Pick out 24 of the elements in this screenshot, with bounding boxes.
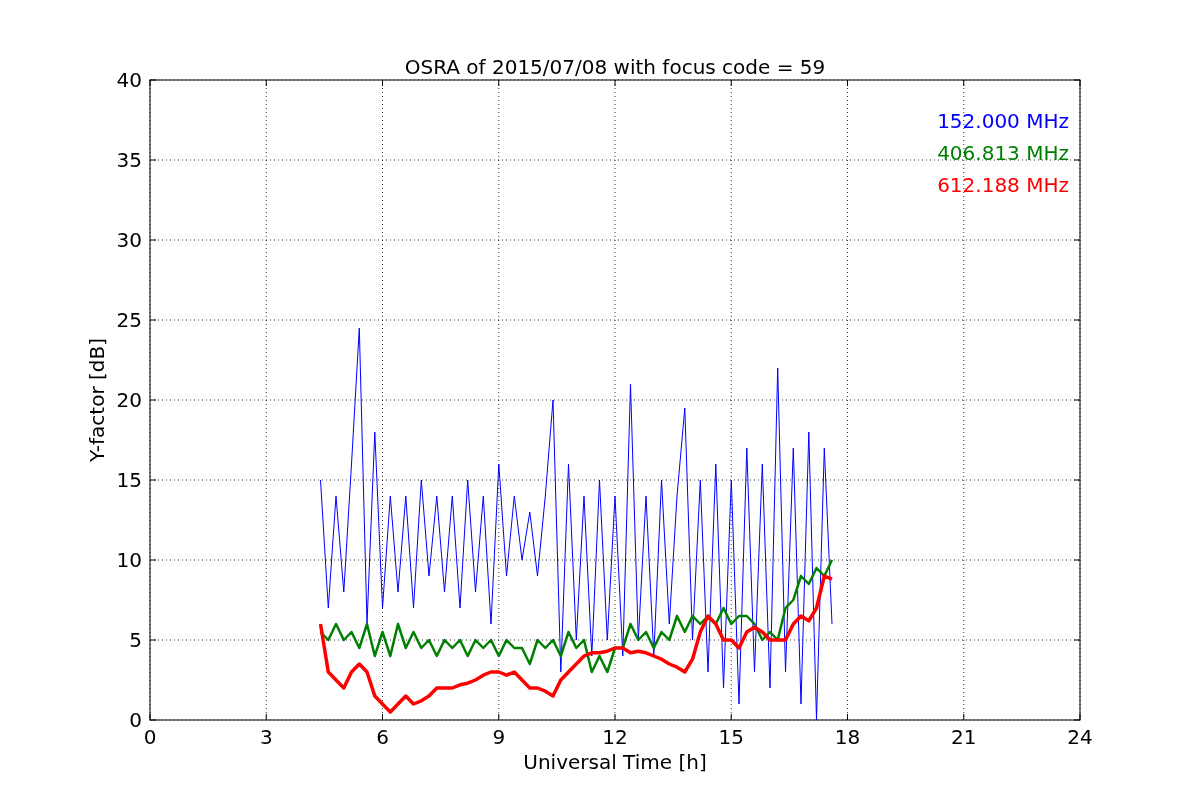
y-tick-label: 15 — [116, 468, 142, 492]
y-tick-label: 40 — [116, 68, 142, 92]
x-tick-label: 15 — [718, 725, 744, 749]
y-tick-label: 25 — [116, 308, 142, 332]
y-tick-label: 20 — [116, 388, 142, 412]
legend-label: 406.813 MHz — [937, 141, 1069, 165]
x-tick-label: 12 — [602, 725, 628, 749]
chart-title: OSRA of 2015/07/08 with focus code = 59 — [404, 55, 826, 79]
legend-label: 152.000 MHz — [937, 109, 1069, 133]
x-tick-label: 9 — [492, 725, 506, 749]
y-axis-label: Y-factor [dB] — [85, 338, 109, 462]
y-tick-label: 10 — [116, 548, 142, 572]
y-tick-label: 0 — [129, 708, 142, 732]
legend-label: 612.188 MHz — [937, 173, 1069, 197]
x-tick-label: 0 — [143, 725, 157, 749]
x-tick-label: 3 — [259, 725, 273, 749]
x-tick-label: 21 — [951, 725, 977, 749]
x-tick-label: 18 — [834, 725, 861, 749]
x-axis-label: Universal Time [h] — [523, 750, 707, 774]
x-tick-label: 24 — [1067, 725, 1093, 749]
y-tick-label: 30 — [116, 228, 142, 252]
y-tick-label: 35 — [116, 148, 142, 172]
y-tick-label: 5 — [129, 628, 142, 652]
x-tick-label: 6 — [376, 725, 389, 749]
